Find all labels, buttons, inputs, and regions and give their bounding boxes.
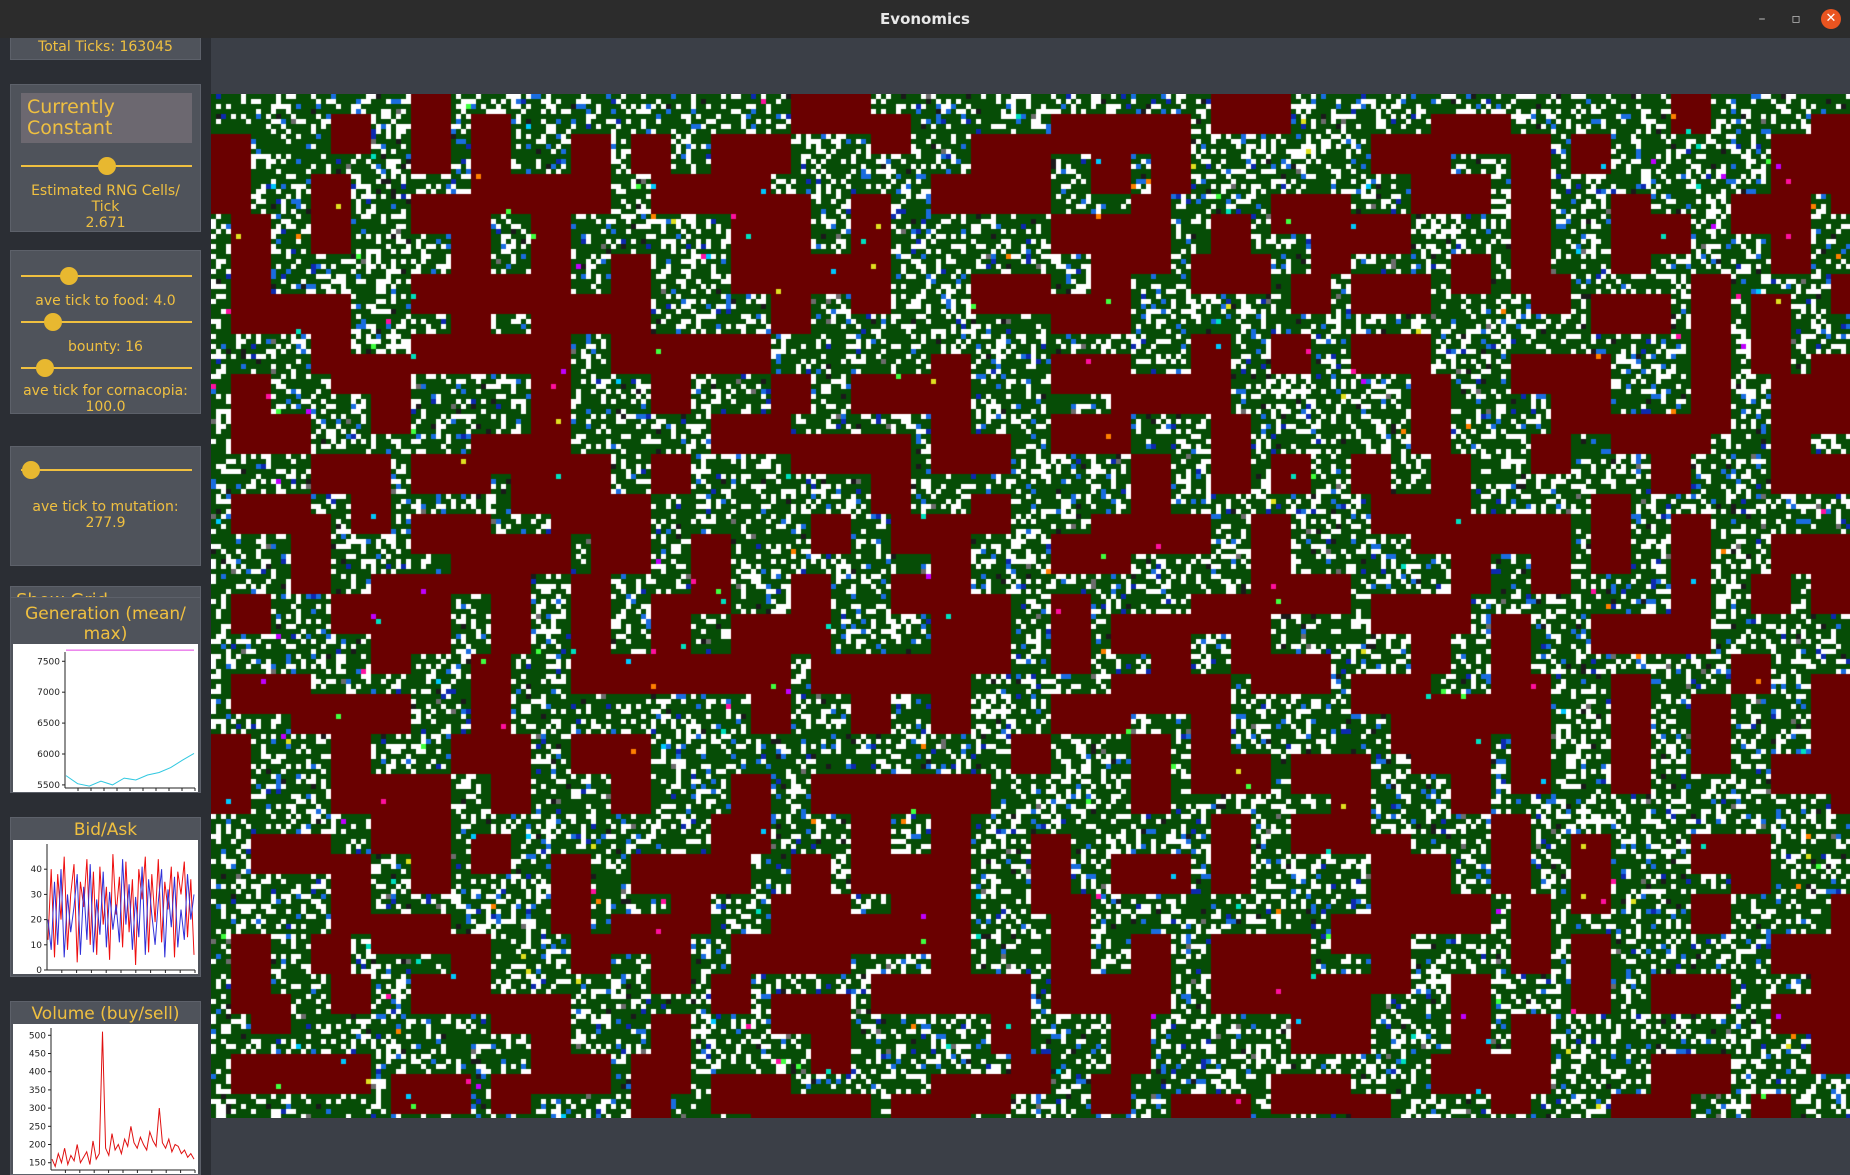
close-icon[interactable]: ✕ [1821,9,1841,29]
y-tick-label: 6500 [37,719,60,729]
food-label: ave tick to food: 4.0 [35,293,176,309]
window-title: Evonomics [880,10,970,28]
generation-chart: 7500 7000 6500 6000 5500 [13,644,198,792]
y-tick-label: 7000 [37,688,60,698]
rng-value: 2.671 [85,215,126,231]
rng-label: Estimated RNG Cells/ Tick [31,183,180,215]
y-tick-label: 20 [31,916,43,926]
series-line [65,752,195,787]
y-tick-label: 7500 [37,657,60,667]
y-tick-label: 150 [29,1159,46,1169]
bidask-chart-panel: Bid/Ask 40 30 20 10 0 [10,817,201,977]
y-tick-label: 30 [31,890,43,900]
mutation-value: 277.9 [85,515,126,531]
bounty-label: bounty: 16 [68,339,143,355]
slider-track [21,275,192,277]
y-tick-label: 500 [29,1031,46,1041]
y-tick-label: 6000 [37,750,60,760]
control-sidebar: Total Ticks: 163045 Currently Constant E… [0,38,211,1175]
y-tick-label: 0 [36,966,42,974]
mutation-slider[interactable] [21,459,192,481]
slider-knob[interactable] [22,461,41,479]
rng-panel: Currently Constant Estimated RNG Cells/ … [10,84,201,232]
y-tick-label: 300 [29,1104,46,1114]
generation-chart-svg: 7500 7000 6500 6000 5500 [37,649,196,791]
generation-chart-title: Generation (mean/ max) [25,604,186,644]
bidask-chart-title: Bid/Ask [73,820,138,840]
y-tick-label: 10 [31,941,43,951]
maximize-icon[interactable]: ▫ [1786,9,1806,29]
slider-track [21,469,192,471]
volume-chart: 500 450 400 350 300 250 200 150 [13,1024,198,1174]
slider-knob[interactable] [59,267,78,285]
cornucopia-value: 100.0 [85,399,126,415]
simulation-grid[interactable] [211,94,1850,1118]
params-panel: ave tick to food: 4.0 bounty: 16 ave tic… [10,250,201,415]
slider-knob[interactable] [97,157,116,175]
mutation-label: ave tick to mutation: [32,499,179,515]
volume-chart-panel: Volume (buy/sell) 500 450 400 350 300 250 200 1… [10,1001,201,1175]
bidask-chart-svg: 40 30 20 10 0 [31,844,196,974]
y-tick-label: 40 [31,865,43,875]
y-tick-label: 5500 [37,781,60,791]
y-tick-label: 400 [29,1068,46,1078]
rng-slider[interactable] [21,155,192,177]
bidask-chart: 40 30 20 10 0 [13,840,198,974]
generation-chart-panel: Generation (mean/ max) 7500 7000 6500 6000 5… [10,597,201,793]
slider-knob[interactable] [44,313,63,331]
volume-chart-svg: 500 450 400 350 300 250 200 150 [29,1028,196,1173]
ticks-panel: Total Ticks: 163045 [10,38,201,60]
minimize-icon[interactable]: – [1752,9,1772,29]
food-slider[interactable] [21,265,192,287]
cornucopia-slider[interactable] [21,357,192,379]
title-bar: Evonomics – ▫ ✕ [0,0,1850,39]
bounty-slider[interactable] [21,311,192,333]
series-line [51,1031,195,1168]
y-tick-label: 350 [29,1086,46,1096]
slider-knob[interactable] [35,359,54,377]
mutation-panel: ave tick to mutation: 277.9 [10,446,201,566]
y-tick-label: 450 [29,1049,46,1059]
y-tick-label: 250 [29,1122,46,1132]
y-tick-label: 200 [29,1141,46,1151]
volume-chart-title: Volume (buy/sell) [31,1004,180,1024]
cornucopia-label: ave tick for cornacopia: [23,383,188,399]
rng-mode-button[interactable]: Currently Constant [21,93,192,143]
total-ticks: Total Ticks: 163045 [38,39,173,55]
